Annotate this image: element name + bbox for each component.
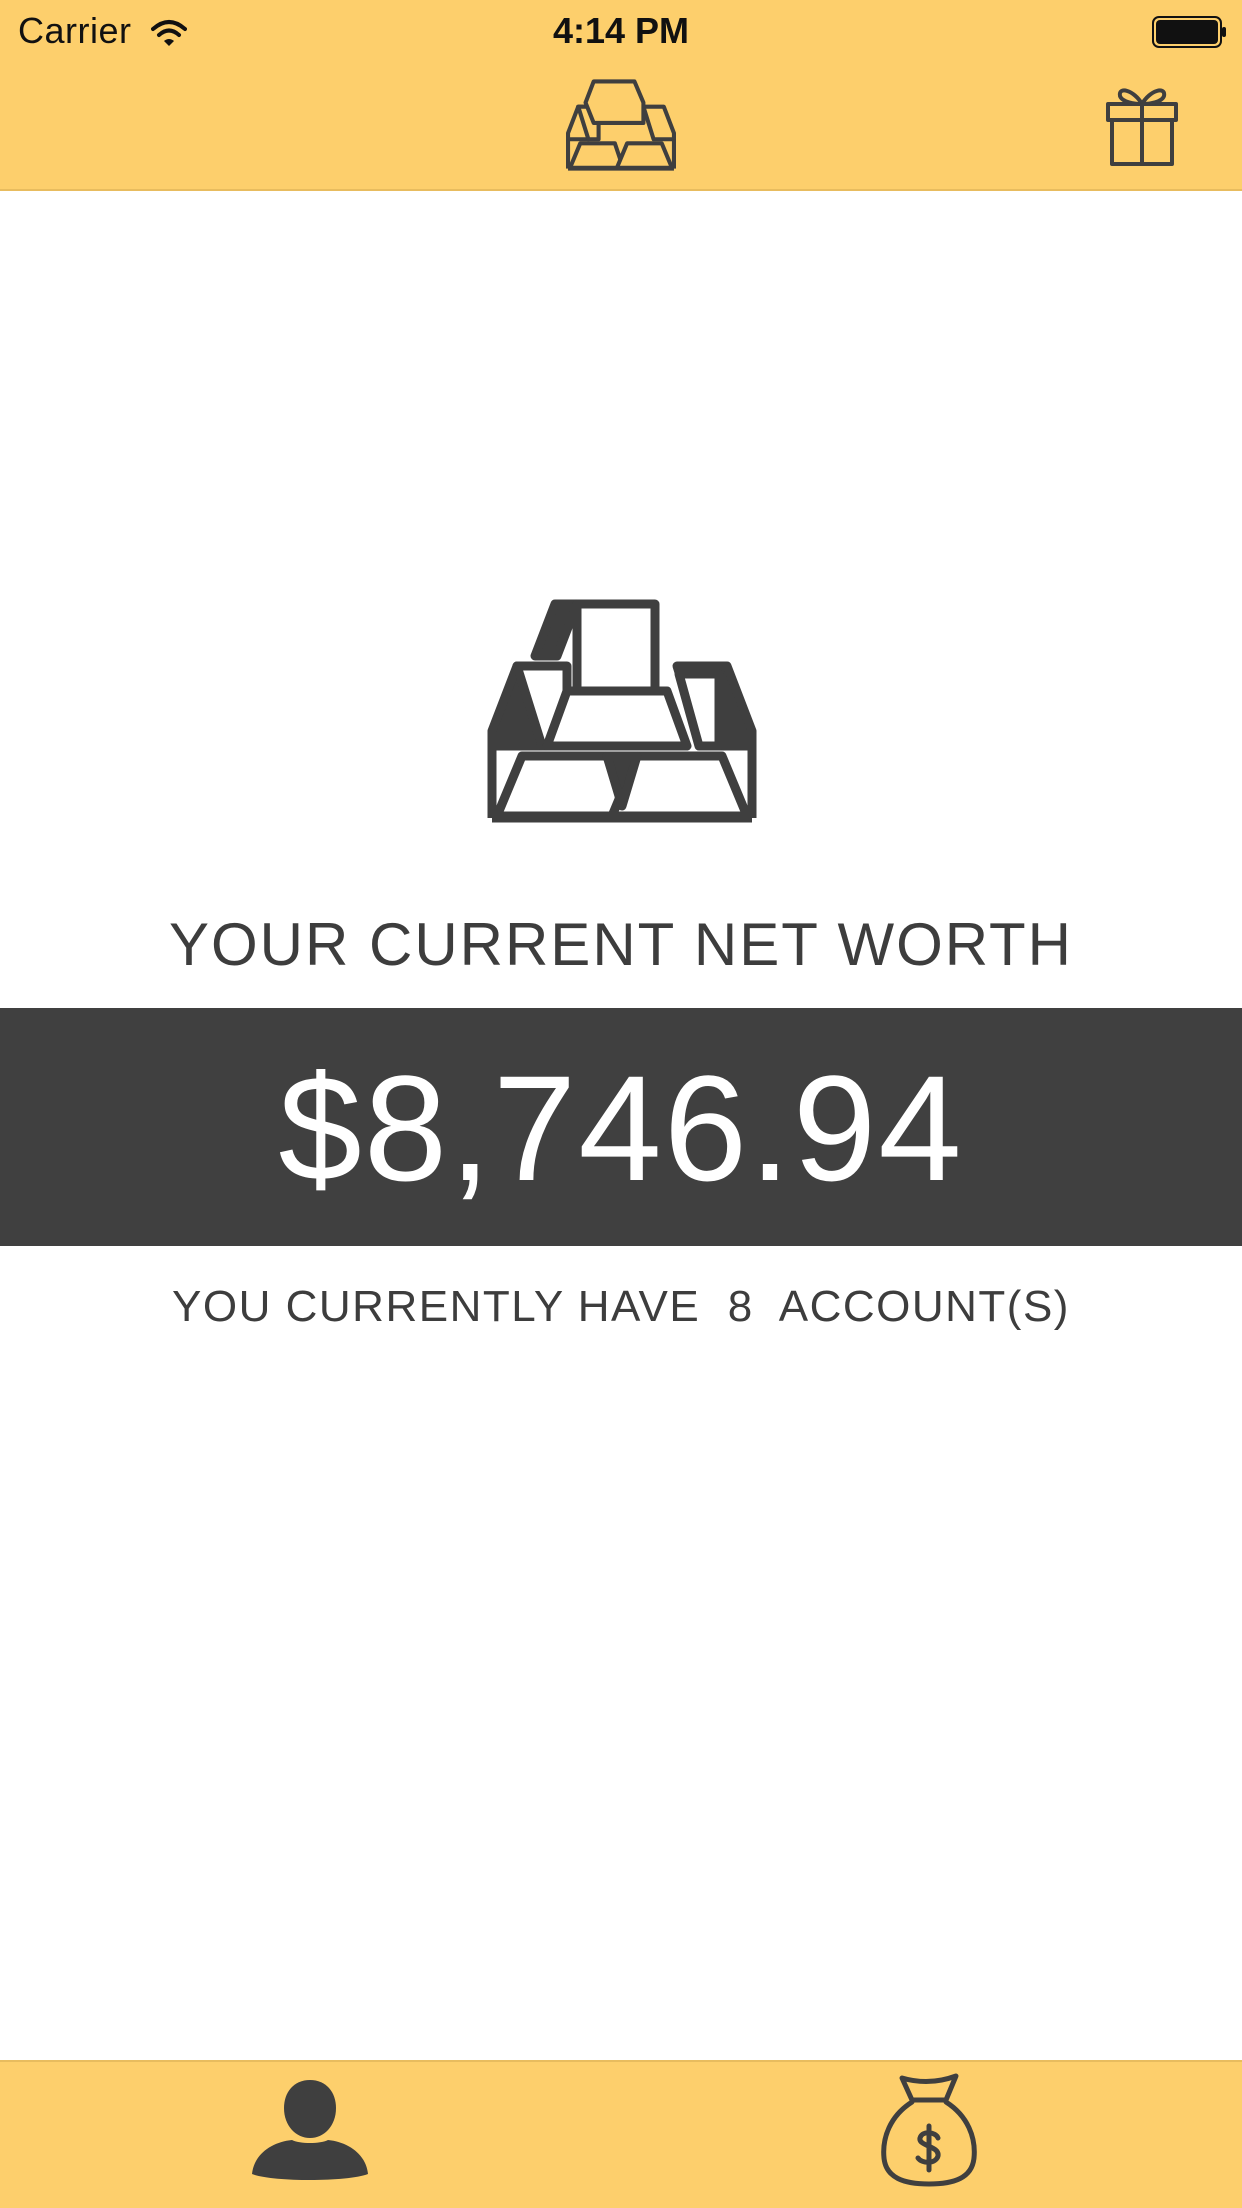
- accounts-suffix: ACCOUNT(S): [778, 1282, 1070, 1331]
- top-nav-bar: Carrier 4:14 PM: [0, 0, 1242, 191]
- gift-icon: [1106, 88, 1178, 166]
- gold-bars-icon: [487, 596, 757, 831]
- tab-money[interactable]: [880, 2072, 978, 2193]
- accounts-prefix: YOU CURRENTLY HAVE: [172, 1282, 701, 1331]
- money-bag-icon: [881, 2073, 977, 2187]
- accounts-count: 8: [727, 1282, 754, 1331]
- net-worth-value: $8,746.94: [278, 1044, 964, 1212]
- net-worth-label: YOUR CURRENT NET WORTH: [168, 911, 1074, 978]
- tab-profile[interactable]: [248, 2078, 372, 2187]
- gift-button[interactable]: [1104, 80, 1180, 171]
- tab-bar: [0, 2060, 1242, 2208]
- battery-icon: [1152, 15, 1228, 57]
- gold-bars-icon: [566, 78, 676, 177]
- person-icon: [252, 2080, 368, 2180]
- status-time: 4:14 PM: [552, 10, 690, 51]
- status-bar: Carrier 4:14 PM: [0, 0, 1242, 60]
- accounts-summary: YOU CURRENTLY HAVE 8 ACCOUNT(S): [0, 1282, 1242, 1332]
